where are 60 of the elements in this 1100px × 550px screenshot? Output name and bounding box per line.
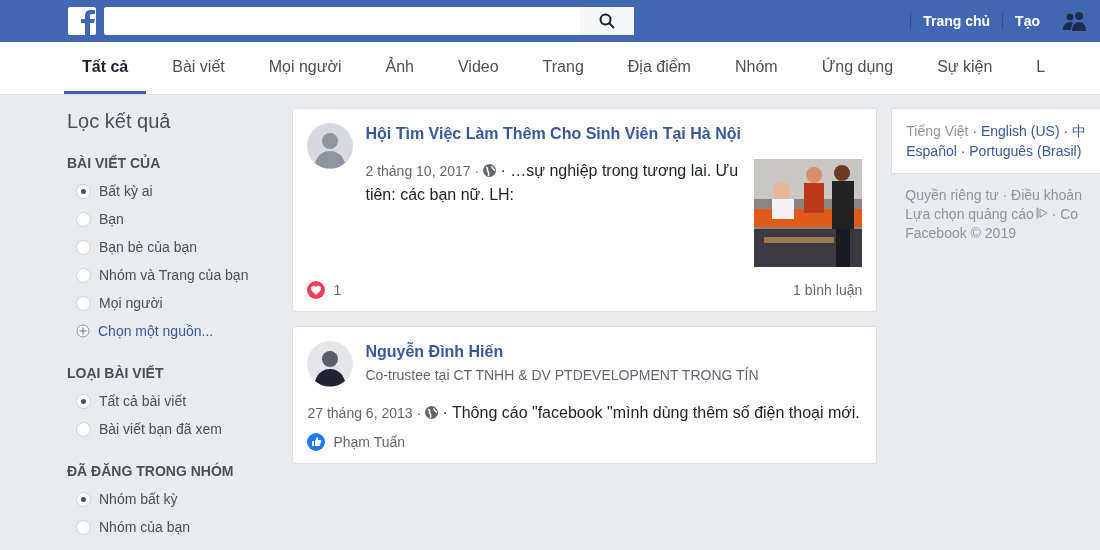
filter-option[interactable]: Nhóm của bạn (67, 513, 293, 541)
radio-button[interactable] (76, 295, 91, 311)
filter-title: Lọc kết quả (67, 110, 172, 133)
filter-option[interactable]: Nhóm bất kỳ (67, 485, 293, 513)
search-button[interactable] (580, 7, 634, 35)
plus-icon (76, 324, 90, 338)
filter-option[interactable]: Mọi người (67, 289, 293, 317)
nav-link[interactable]: Tạo (1002, 13, 1052, 29)
search-tab[interactable]: Sự kiện (919, 42, 1011, 94)
filter-option[interactable]: Bạn bè của bạn (67, 233, 293, 261)
avatar (307, 341, 354, 387)
group-name-link[interactable]: Hội Tìm Việc Làm Thêm Cho Sinh Viên Tại Hà Nội (365, 125, 741, 142)
comment-count[interactable]: 1 bình luận (792, 282, 863, 298)
filter-option[interactable]: Tất cả bài viết (67, 387, 293, 415)
author-subtitle: Co-trustee tại CT TNHH & DV PTDEVELOPMENT TRỌNG TÍN (365, 367, 759, 383)
radio-button[interactable] (76, 267, 91, 283)
filter-heading: ĐÃ ĐĂNG TRONG NHÓM (67, 463, 235, 479)
author-name-link[interactable]: Nguyễn Đình Hiến (365, 343, 504, 360)
search-tab[interactable]: Trang (524, 42, 602, 94)
filter-option[interactable]: Bạn (67, 205, 293, 233)
friends-icon[interactable] (1062, 11, 1088, 31)
search-icon (599, 13, 615, 29)
search-tab[interactable]: Nhóm (716, 42, 796, 94)
globe-icon (425, 406, 438, 419)
radio-button[interactable] (76, 183, 91, 199)
radio-button[interactable] (76, 421, 91, 437)
filter-heading: LOẠI BÀI VIẾT (67, 365, 165, 381)
radio-button[interactable] (76, 211, 91, 227)
search-field[interactable] (104, 7, 634, 35)
liker-name[interactable]: Phạm Tuấn (333, 434, 406, 450)
search-tab[interactable]: Địa điểm (609, 42, 709, 94)
filter-heading: BÀI VIẾT CỦA (67, 155, 162, 171)
radio-button[interactable] (76, 393, 91, 409)
radio-button[interactable] (76, 519, 91, 535)
language-link[interactable]: · 中 (1059, 123, 1086, 139)
copyright: Facebook © 2019 (905, 224, 1017, 243)
radio-button[interactable] (76, 491, 91, 507)
search-tab[interactable]: Ứng dụng (803, 42, 912, 94)
search-tab[interactable]: Bài viết (154, 42, 243, 94)
radio-button[interactable] (76, 239, 91, 255)
facebook-logo[interactable] (68, 7, 96, 35)
search-tab[interactable]: Tất cả (64, 42, 147, 94)
choose-source-link[interactable]: Chọn một nguồn... (98, 323, 214, 339)
filter-option[interactable]: Bài viết bạn đã xem (67, 415, 293, 443)
language-link[interactable]: · Português (Brasil) (956, 143, 1082, 159)
search-tab[interactable]: Mọi người (250, 42, 360, 94)
filter-option[interactable]: Nhóm và Trang của bạn (67, 261, 293, 289)
nav-link[interactable]: Trang chủ (910, 13, 1003, 29)
filter-option[interactable]: Bất kỳ ai (67, 177, 293, 205)
search-tab[interactable]: L (1018, 42, 1064, 94)
ad-choices-icon (1035, 207, 1048, 219)
language-link[interactable]: Español (906, 143, 957, 159)
search-tab[interactable]: Ảnh (367, 42, 432, 94)
avatar (307, 123, 354, 169)
search-tab[interactable]: Video (439, 42, 517, 94)
language-link[interactable]: · English (US) (968, 123, 1060, 139)
post-text: 2 tháng 10, 2017 · · …sự nghiệp trong tương lai. Ưu tiên: các bạn nữ. LH: (365, 161, 740, 205)
post-text: 27 tháng 6, 2013 · · Thông cáo "facebook "mình dùng thêm số điện thoại mới. (307, 403, 861, 423)
globe-icon (483, 164, 496, 177)
reaction-count: 1 (333, 282, 342, 298)
